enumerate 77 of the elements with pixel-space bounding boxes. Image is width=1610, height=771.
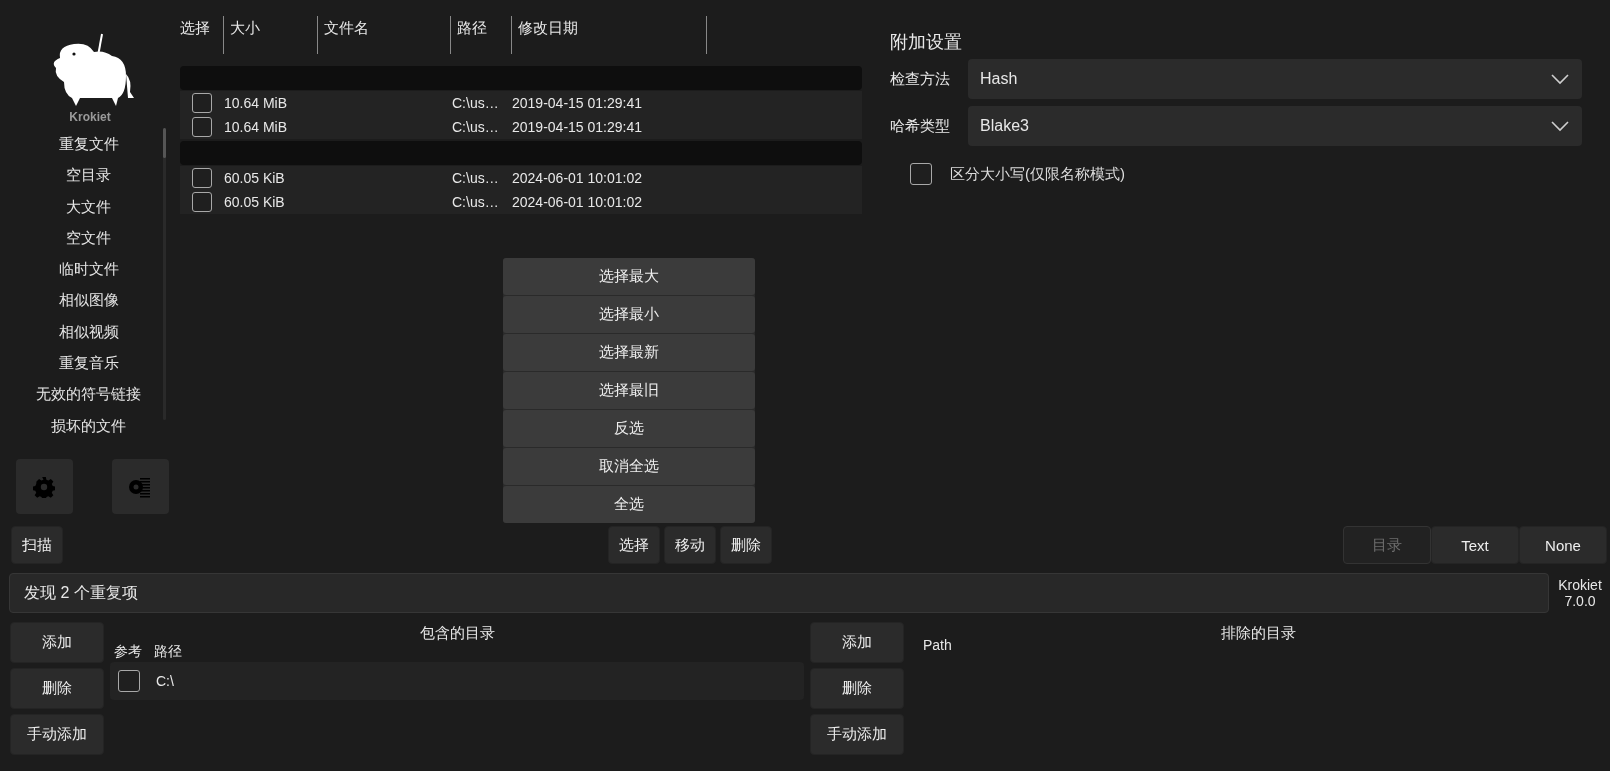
dropdown[interactable]: Hash: [968, 59, 1582, 99]
chevron-down-icon: [1550, 73, 1570, 85]
dir-button[interactable]: 添加: [810, 622, 904, 664]
table-cell: 60.05 KiB: [224, 170, 285, 186]
checkbox[interactable]: [118, 670, 140, 693]
scan-button[interactable]: 扫描: [11, 526, 63, 565]
checkbox[interactable]: [910, 163, 932, 185]
menu-item[interactable]: 选择最大: [503, 258, 755, 295]
column-header: Path: [923, 637, 952, 656]
settings-icon: [33, 475, 55, 498]
field-label: 哈希类型: [890, 116, 951, 136]
column-header[interactable]: 文件名: [318, 16, 451, 54]
sidebar-item[interactable]: 相似视频: [58, 315, 119, 348]
sidebar-item[interactable]: 重复文件: [58, 128, 119, 160]
table-cell: 10.64 MiB: [224, 119, 288, 135]
table-cell: C:\us…: [452, 95, 499, 111]
column-header[interactable]: 路径: [451, 16, 512, 54]
menu-item[interactable]: 全选: [503, 486, 755, 523]
field-label: 检查方法: [890, 69, 951, 89]
dir-button[interactable]: 手动添加: [810, 714, 904, 756]
table-row[interactable]: 60.05 KiB C:\us… 2024-06-01 10:01:02: [180, 166, 862, 190]
sidebar-item[interactable]: 无效的符号链接: [36, 378, 141, 410]
dropdown[interactable]: Blake3: [968, 106, 1582, 146]
column-header[interactable]: 选择: [180, 16, 224, 54]
column-header: 路径: [154, 643, 182, 662]
column-header[interactable]: 修改日期: [512, 16, 707, 54]
sidebar-item[interactable]: 损坏的文件: [51, 409, 126, 441]
table-cell: C:\us…: [452, 170, 499, 186]
logo-text: Krokiet: [69, 110, 111, 124]
table-cell: C:\us…: [452, 194, 499, 210]
sidebar-item[interactable]: 大文件: [66, 190, 111, 222]
menu-item[interactable]: 取消全选: [503, 448, 755, 485]
checkbox[interactable]: [192, 192, 212, 212]
gear-list-icon: [128, 475, 152, 498]
dir-button[interactable]: 删除: [10, 668, 104, 710]
sidebar-item[interactable]: 临时文件: [58, 253, 119, 285]
checkbox-label: 区分大小写(仅限名称模式): [950, 164, 1125, 184]
table-cell: 2019-04-15 01:29:41: [512, 119, 642, 135]
checkbox[interactable]: [192, 93, 212, 113]
table-row[interactable]: 60.05 KiB C:\us… 2024-06-01 10:01:02: [180, 190, 862, 214]
table-cell: 10.64 MiB: [224, 95, 288, 111]
checkbox[interactable]: [192, 168, 212, 188]
chevron-down-icon: [1550, 120, 1570, 132]
dir-button[interactable]: 添加: [10, 622, 104, 664]
sidebar-item[interactable]: 空文件: [66, 221, 111, 254]
status-field: 发现 2 个重复项: [9, 573, 1549, 614]
menu-item[interactable]: 选择最新: [503, 334, 755, 371]
menu-item[interactable]: 选择最旧: [503, 372, 755, 409]
app-name: Krokiet: [1558, 577, 1602, 594]
panel-title: 包含的目录: [418, 623, 496, 644]
section-title: 附加设置: [890, 31, 963, 54]
version-text: 7.0.0: [1564, 593, 1596, 610]
action-button[interactable]: 选择: [608, 526, 660, 565]
action-button[interactable]: 移动: [664, 526, 716, 565]
column-header[interactable]: 大小: [224, 16, 318, 54]
checkbox[interactable]: [192, 117, 212, 137]
table-cell: C:\: [156, 673, 174, 690]
table-cell: C:\us…: [452, 119, 499, 135]
table-cell: 2019-04-15 01:29:41: [512, 95, 642, 111]
table-row[interactable]: 10.64 MiB C:\us… 2019-04-15 01:29:41: [180, 91, 862, 115]
sidebar-item[interactable]: 相似图像: [58, 284, 119, 316]
menu-item[interactable]: 选择最小: [503, 296, 755, 333]
directory-row[interactable]: C:\: [110, 662, 804, 701]
table-cell: 60.05 KiB: [224, 194, 285, 210]
table-cell: 2024-06-01 10:01:02: [512, 170, 642, 186]
table-cell: 2024-06-01 10:01:02: [512, 194, 642, 210]
mode-button[interactable]: Text: [1431, 526, 1519, 565]
mode-button[interactable]: None: [1519, 526, 1607, 565]
action-button[interactable]: 删除: [720, 526, 772, 565]
panel-title: 排除的目录: [1219, 623, 1297, 644]
sidebar-item[interactable]: 空目录: [66, 159, 111, 191]
dir-button[interactable]: 手动添加: [10, 714, 104, 756]
table-row[interactable]: 10.64 MiB C:\us… 2019-04-15 01:29:41: [180, 115, 862, 139]
dir-button[interactable]: 删除: [810, 668, 904, 710]
menu-item[interactable]: 反选: [503, 410, 755, 447]
column-header: 参考: [114, 643, 142, 662]
sidebar-item[interactable]: 重复音乐: [58, 347, 119, 379]
